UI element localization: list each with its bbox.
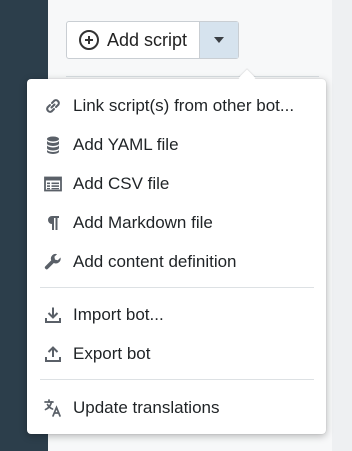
add-script-split-button: Add script xyxy=(66,21,240,59)
menu-item-add-yaml[interactable]: Add YAML file xyxy=(27,130,326,160)
menu-item-label: Add Markdown file xyxy=(73,213,213,232)
dropdown-toggle-button[interactable] xyxy=(199,22,239,58)
wrench-icon xyxy=(42,251,64,273)
menu-item-add-csv[interactable]: Add CSV file xyxy=(27,169,326,199)
database-icon xyxy=(42,134,64,156)
toolbar-divider xyxy=(66,76,319,77)
right-gutter xyxy=(332,0,352,451)
caret-down-icon xyxy=(214,37,225,43)
menu-item-label: Update translations xyxy=(73,398,220,417)
link-icon xyxy=(42,95,64,117)
menu-item-export-bot[interactable]: Export bot xyxy=(27,339,326,369)
pilcrow-icon xyxy=(42,212,64,234)
add-script-button[interactable]: Add script xyxy=(67,22,199,58)
upload-icon xyxy=(42,343,64,365)
menu-item-add-content-definition[interactable]: Add content definition xyxy=(27,247,326,277)
menu-item-label: Add YAML file xyxy=(73,135,179,154)
translate-icon xyxy=(42,397,64,419)
menu-item-link-scripts[interactable]: Link script(s) from other bot... xyxy=(27,91,326,121)
menu-item-label: Import bot... xyxy=(73,305,164,324)
menu-item-label: Add content definition xyxy=(73,252,237,271)
menu-item-label: Add CSV file xyxy=(73,174,170,193)
menu-item-label: Link script(s) from other bot... xyxy=(73,96,295,115)
menu-item-add-markdown[interactable]: Add Markdown file xyxy=(27,208,326,238)
plus-circle-icon xyxy=(79,30,99,50)
menu-divider xyxy=(40,379,314,380)
menu-item-import-bot[interactable]: Import bot... xyxy=(27,300,326,330)
menu-item-update-translations[interactable]: Update translations xyxy=(27,393,326,423)
menu-item-label: Export bot xyxy=(73,344,151,363)
table-icon xyxy=(42,173,64,195)
menu-divider xyxy=(40,287,314,288)
add-script-dropdown-menu: Link script(s) from other bot... Add YAM… xyxy=(27,69,326,434)
download-icon xyxy=(42,304,64,326)
add-script-label: Add script xyxy=(107,29,188,50)
